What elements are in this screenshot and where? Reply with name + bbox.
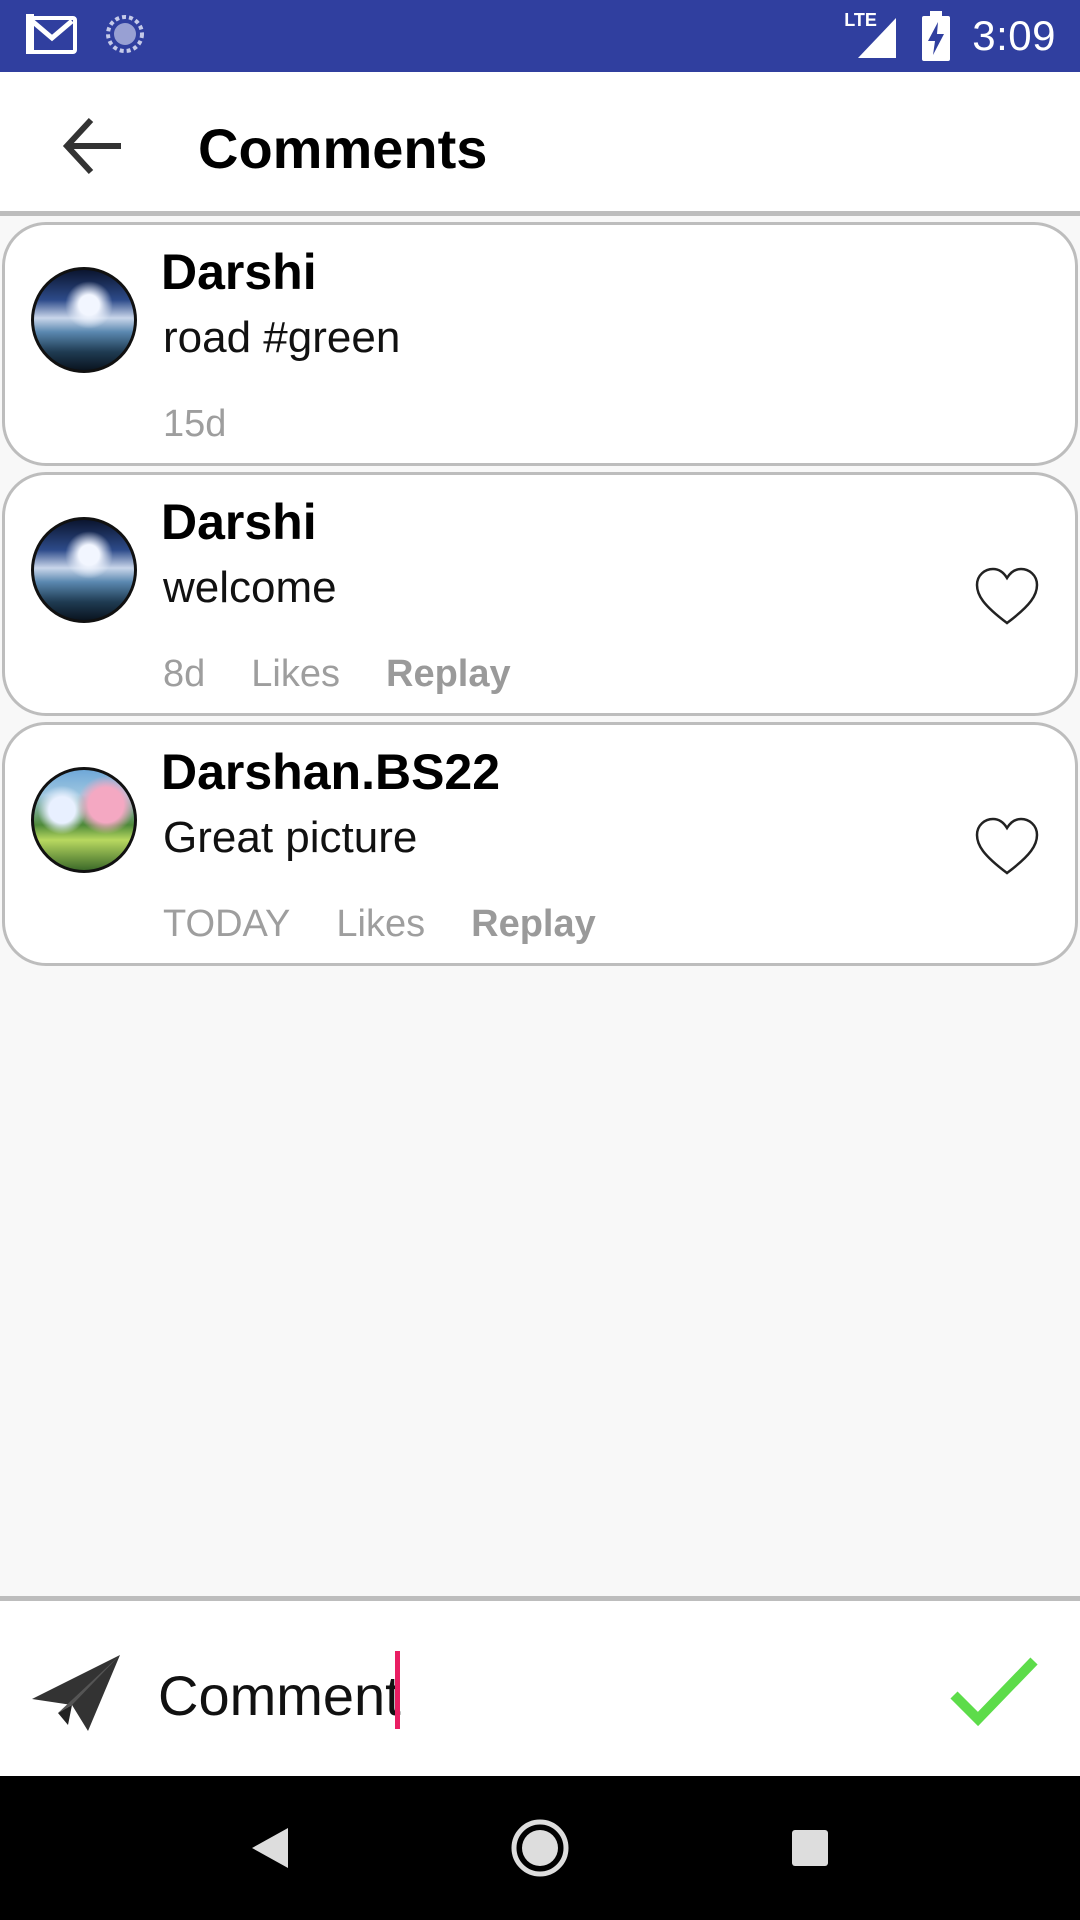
app-bar: Comments <box>0 72 1080 216</box>
reply-button[interactable]: Replay <box>471 903 596 946</box>
clock: 3:09 <box>972 12 1056 59</box>
nav-recents-button[interactable] <box>774 1812 846 1884</box>
arrow-left-icon <box>62 117 121 175</box>
comment-text: road #green <box>163 313 401 362</box>
gmail-icon <box>26 14 77 54</box>
text-caret <box>395 1651 400 1729</box>
comment-time: 15d <box>163 403 227 445</box>
paper-plane-icon[interactable] <box>28 1653 124 1733</box>
page-title: Comments <box>198 117 488 180</box>
status-right-icons: LTE 3:09 <box>844 6 1056 66</box>
comment-composer: Comment <box>0 1596 1080 1776</box>
back-triangle-icon <box>252 1828 288 1868</box>
comment-time: 8d <box>163 653 206 695</box>
comment-author[interactable]: Darshi <box>161 243 317 301</box>
comment-meta: 15d <box>163 403 226 446</box>
navigation-bar <box>0 1776 1080 1920</box>
comment-author[interactable]: Darshi <box>161 493 317 551</box>
lte-signal-icon: LTE <box>844 10 900 60</box>
avatar[interactable] <box>31 517 137 623</box>
avatar[interactable] <box>31 267 137 373</box>
comment-item: Darshi road #green 15d <box>2 222 1078 466</box>
comment-text: welcome <box>163 563 337 612</box>
check-icon[interactable] <box>948 1653 1040 1733</box>
home-circle-icon <box>511 1819 569 1877</box>
nav-back-button[interactable] <box>234 1812 306 1884</box>
likes-link[interactable]: Likes <box>336 903 425 946</box>
like-button[interactable] <box>975 817 1039 877</box>
status-left-icons <box>26 12 146 56</box>
comment-item: Darshan.BS22 Great picture TODAY Likes R… <box>2 722 1078 966</box>
like-button[interactable] <box>975 567 1039 627</box>
nav-home-button[interactable] <box>504 1812 576 1884</box>
heart-outline-icon <box>975 567 1039 625</box>
back-button[interactable] <box>56 112 130 180</box>
comment-meta: 8d Likes Replay <box>163 653 511 696</box>
status-bar: LTE 3:09 <box>0 0 1080 72</box>
sync-icon <box>106 15 144 53</box>
comment-text: Great picture <box>163 813 418 862</box>
comment-meta: TODAY Likes Replay <box>163 903 596 946</box>
comment-author[interactable]: Darshan.BS22 <box>161 743 500 801</box>
likes-link[interactable]: Likes <box>251 653 340 696</box>
battery-charging-icon <box>922 11 951 61</box>
comment-item: Darshi welcome 8d Likes Replay <box>2 472 1078 716</box>
comment-time: TODAY <box>163 903 291 945</box>
avatar[interactable] <box>31 767 137 873</box>
heart-outline-icon <box>975 817 1039 875</box>
recents-square-icon <box>792 1830 828 1866</box>
reply-button[interactable]: Replay <box>386 653 511 696</box>
comment-input[interactable]: Comment <box>158 1663 401 1728</box>
